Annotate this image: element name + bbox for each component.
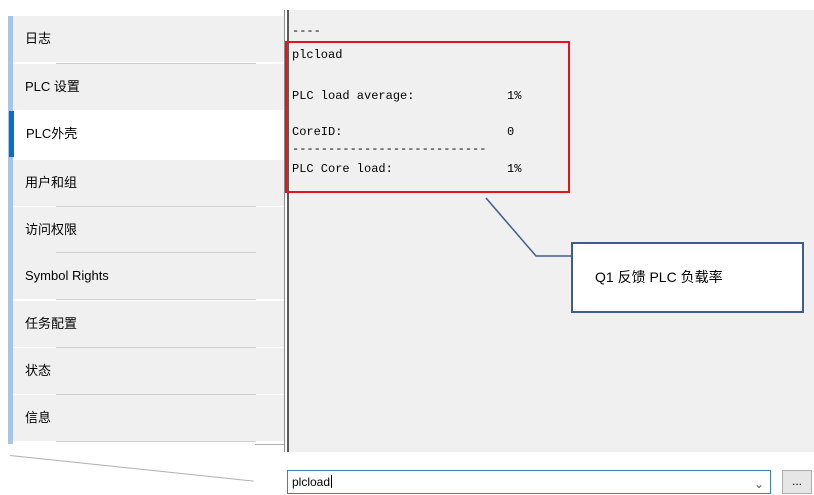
more-button-label: ... — [791, 474, 802, 488]
command-input-value: plcload — [292, 475, 331, 489]
annotation-callout: Q1 反馈 PLC 负载率 — [571, 242, 804, 313]
more-button[interactable]: ... — [782, 470, 812, 494]
text-caret — [331, 475, 333, 488]
chevron-down-icon[interactable]: ⌄ — [754, 473, 764, 495]
command-input[interactable]: plcload ⌄ — [287, 470, 771, 494]
callout-text: Q1 反馈 PLC 负载率 — [595, 269, 723, 285]
